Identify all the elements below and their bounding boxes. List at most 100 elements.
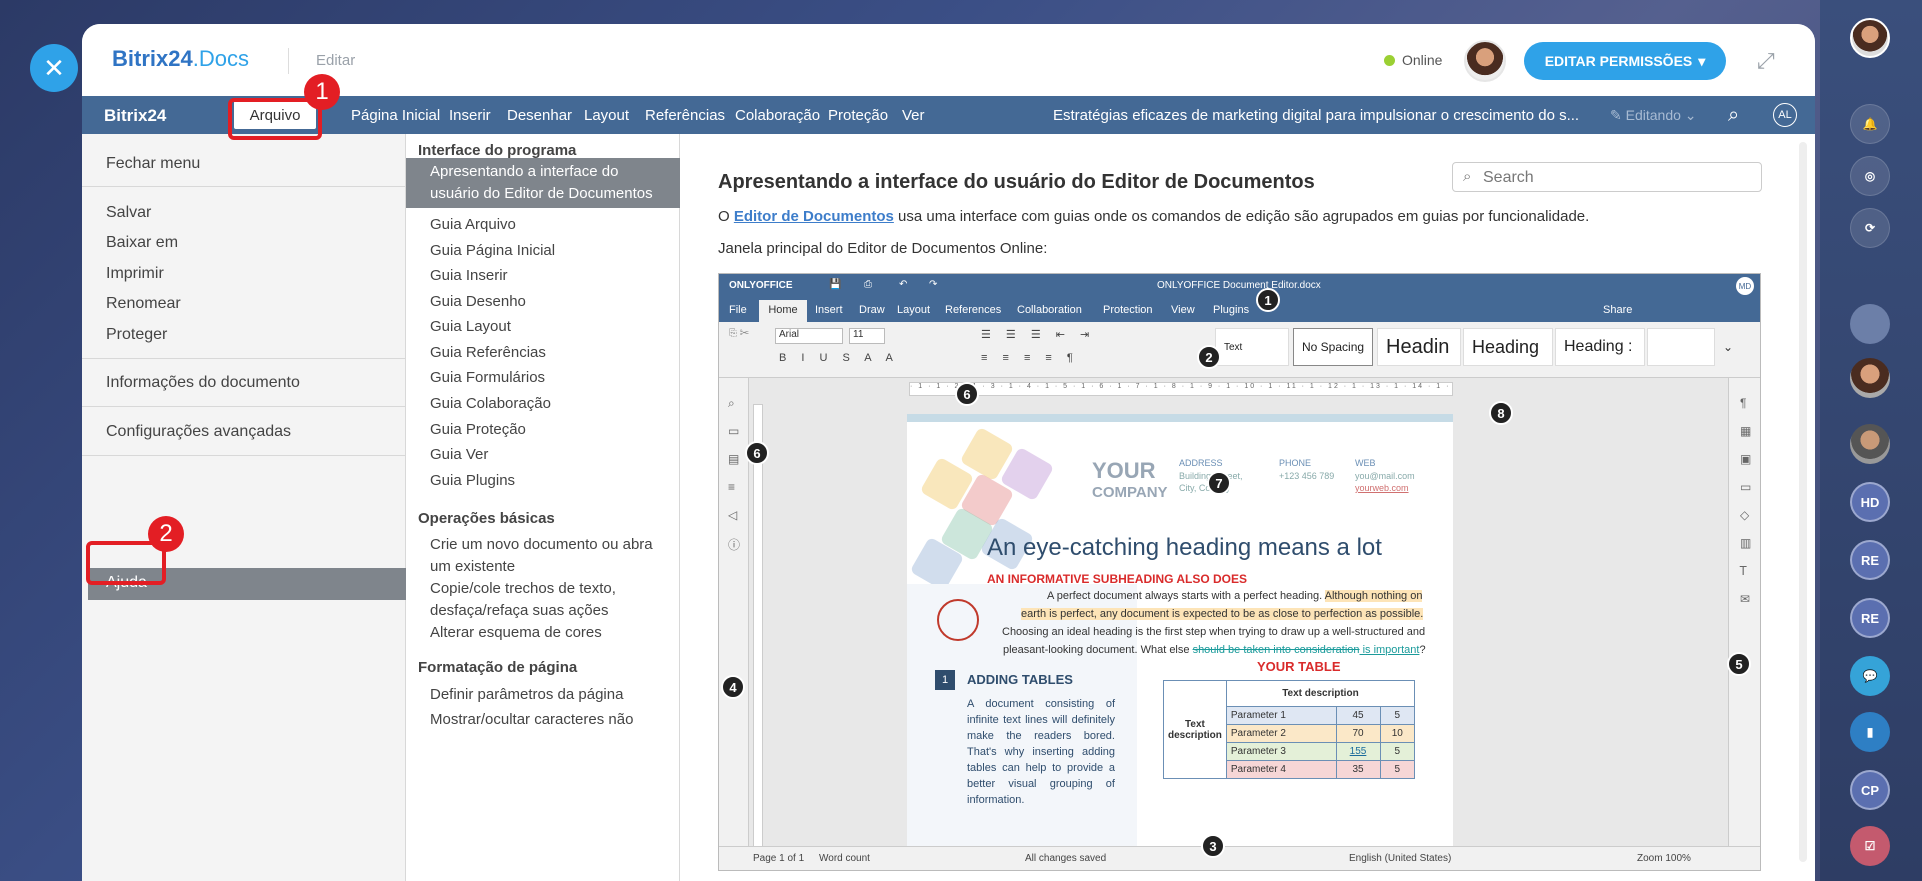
toc-item[interactable]: Copie/cole trechos de texto, desfaça/ref… xyxy=(430,578,674,622)
chat-initials-re-2[interactable]: RE xyxy=(1850,598,1890,638)
tab-inserir[interactable]: Inserir xyxy=(449,107,491,124)
doc-highlight: earth is perfect, any document is expect… xyxy=(1021,608,1424,620)
search-placeholder: Search xyxy=(1483,169,1534,186)
rename-item[interactable]: Renomear xyxy=(106,295,181,313)
callout-badge: 4 xyxy=(721,675,745,699)
document-info-item[interactable]: Informações do documento xyxy=(106,374,300,392)
search-input[interactable]: ⌕ Search xyxy=(1452,162,1762,192)
editor-tab: File xyxy=(729,304,747,316)
people-icon xyxy=(937,599,979,641)
web-line: you@mail.com xyxy=(1355,471,1415,481)
search-icon[interactable]: ⌕ xyxy=(1728,104,1739,127)
toc-section-interface: Interface do programa xyxy=(418,142,577,159)
toc-item[interactable]: Mostrar/ocultar caracteres não xyxy=(430,711,633,728)
close-menu-item[interactable]: Fechar menu xyxy=(106,155,200,173)
toc-item[interactable]: Guia Ver xyxy=(430,446,488,463)
info-icon: ⓘ xyxy=(728,538,741,552)
toc-item[interactable]: Guia Inserir xyxy=(430,267,508,284)
toc-item[interactable]: Guia Colaboração xyxy=(430,395,551,412)
online-status: Online xyxy=(1384,52,1442,68)
doc-text: ? xyxy=(1419,644,1426,656)
help-content: Apresentando a interface do usuário do E… xyxy=(680,134,1815,881)
tab-layout[interactable]: Layout xyxy=(584,107,629,124)
doc-text: A perfect document always starts with a … xyxy=(1047,590,1325,602)
editor-tab-home: Home xyxy=(759,300,807,322)
tab-ver[interactable]: Ver xyxy=(902,107,925,124)
logo: Bitrix24.Docs xyxy=(112,46,249,72)
callout-badge: 2 xyxy=(1197,345,1221,369)
edit-permissions-button[interactable]: EDITAR PERMISSÕES ▾ xyxy=(1524,42,1726,80)
permissions-label: EDITAR PERMISSÕES xyxy=(1544,53,1693,69)
chat-avatar-1[interactable] xyxy=(1850,304,1890,344)
toc-item[interactable]: Guia Plugins xyxy=(430,472,515,489)
table-cell: 155 xyxy=(1335,742,1381,761)
chat-avatar-2[interactable] xyxy=(1850,358,1890,398)
toc-item-active[interactable]: Apresentando a interface do usuário do E… xyxy=(406,158,680,208)
messages-icon[interactable]: 💬 xyxy=(1850,656,1890,696)
status-language: English (United States) xyxy=(1349,853,1452,864)
divider xyxy=(82,406,406,407)
download-item[interactable]: Baixar em xyxy=(106,234,178,252)
style-heading2: Heading xyxy=(1463,328,1553,366)
logo-docs: .Docs xyxy=(192,46,249,71)
edit-label: Editar xyxy=(316,52,356,69)
notifications-icon[interactable]: 🔔 xyxy=(1850,104,1890,144)
tab-protecao[interactable]: Proteção xyxy=(828,107,888,124)
editing-mode-dropdown[interactable]: ✎ Editando ⌄ xyxy=(1610,107,1697,124)
doc-text: pleasant-looking document. What else xyxy=(1003,644,1193,656)
toc-item[interactable]: Crie um novo documento ou abra um existe… xyxy=(430,534,674,578)
page-stripe xyxy=(907,414,1453,422)
toc-item[interactable]: Guia Referências xyxy=(430,344,546,361)
refresh-icon[interactable]: ⟳ xyxy=(1850,208,1890,248)
editor-link[interactable]: Editor de Documentos xyxy=(734,208,894,225)
style-text: Text xyxy=(1215,328,1289,366)
bookmark-icon[interactable]: ▮ xyxy=(1850,712,1890,752)
chevron-down-icon: ⌄ xyxy=(1723,340,1734,354)
advanced-settings-item[interactable]: Configurações avançadas xyxy=(106,423,291,441)
editor-statusbar: Page 1 of 1 Word count All changes saved… xyxy=(719,846,1760,870)
editor-toolbar: ⎘ ✂ Arial 11 B I U S A A ☰ ☰ ☰ ⇤ ⇥ ≡ ≡ ≡… xyxy=(719,322,1760,378)
editor-size: 11 xyxy=(849,328,885,344)
chat-initials-cp[interactable]: CP xyxy=(1850,770,1890,810)
save-item[interactable]: Salvar xyxy=(106,204,151,222)
divider xyxy=(82,455,406,456)
editor-tab: Draw xyxy=(859,304,885,316)
toc-item[interactable]: Guia Página Inicial xyxy=(430,242,555,259)
table-cell: Parameter 4 xyxy=(1225,760,1337,779)
tab-desenhar[interactable]: Desenhar xyxy=(507,107,572,124)
doc-line: Choosing an ideal heading is the first s… xyxy=(1002,626,1426,638)
chevron-down-icon: ▾ xyxy=(1698,52,1706,69)
chat-initials-re-1[interactable]: RE xyxy=(1850,540,1890,580)
toc-item[interactable]: Guia Arquivo xyxy=(430,216,516,233)
toc-item[interactable]: Definir parâmetros da página xyxy=(430,686,623,703)
close-button[interactable]: ✕ xyxy=(30,44,78,92)
tab-referencias[interactable]: Referências xyxy=(645,107,725,124)
tasks-icon[interactable]: ☑ xyxy=(1850,826,1890,866)
callout-badge: 5 xyxy=(1727,652,1751,676)
print-item[interactable]: Imprimir xyxy=(106,265,164,283)
doc-line: A perfect document always starts with a … xyxy=(1047,590,1423,602)
user-avatar[interactable] xyxy=(1464,40,1506,82)
editor-screenshot: ONLYOFFICE 💾 ⎙ ↶ ↷ ONLYOFFICE Document E… xyxy=(718,273,1761,871)
toc-item[interactable]: Guia Proteção xyxy=(430,421,526,438)
image-icon: ▣ xyxy=(1740,452,1752,466)
target-icon[interactable]: ◎ xyxy=(1850,156,1890,196)
user-initials-avatar[interactable]: AL xyxy=(1773,103,1797,127)
scrollbar[interactable] xyxy=(1799,142,1807,862)
chat-avatar-3[interactable] xyxy=(1850,424,1890,464)
tab-pagina-inicial[interactable]: Página Inicial xyxy=(351,107,440,124)
toc-item[interactable]: Guia Desenho xyxy=(430,293,526,310)
toc-item[interactable]: Alterar esquema de cores xyxy=(430,622,674,644)
profile-avatar[interactable] xyxy=(1850,18,1890,58)
tab-colaboracao[interactable]: Colaboração xyxy=(735,107,820,124)
list-icons: ☰ ☰ ☰ ⇤ ⇥ xyxy=(981,329,1096,341)
expand-icon[interactable]: ⤢ xyxy=(1757,48,1781,73)
toc-section-basic: Operações básicas xyxy=(418,510,555,527)
table-icon: ▦ xyxy=(1740,424,1752,438)
undo-icon: ↶ xyxy=(899,279,908,290)
protect-item[interactable]: Proteger xyxy=(106,326,167,344)
table-cell: Parameter 2 xyxy=(1225,724,1337,743)
chat-initials-hd[interactable]: HD xyxy=(1850,482,1890,522)
toc-item[interactable]: Guia Formulários xyxy=(430,369,545,386)
toc-item[interactable]: Guia Layout xyxy=(430,318,511,335)
